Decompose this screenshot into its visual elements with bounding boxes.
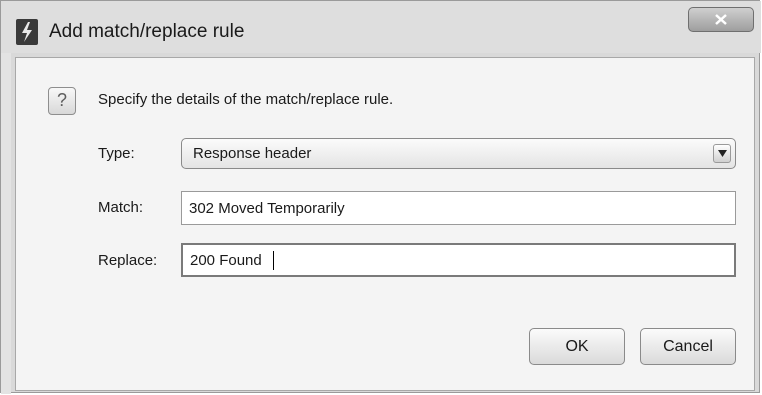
type-dropdown[interactable]: Response header — [181, 138, 736, 169]
title-bar[interactable]: Add match/replace rule — [1, 1, 761, 53]
window-title: Add match/replace rule — [49, 21, 245, 42]
dialog-window: Add match/replace rule ? Specify the det… — [0, 0, 761, 394]
ok-button[interactable]: OK — [529, 328, 625, 365]
close-button[interactable] — [688, 7, 754, 32]
type-selected-value: Response header — [193, 145, 312, 162]
lightning-bolt-icon — [16, 19, 38, 45]
window-edge — [1, 1, 11, 394]
question-mark-icon: ? — [48, 87, 76, 115]
match-input[interactable] — [181, 191, 736, 225]
dialog-content: ? Specify the details of the match/repla… — [15, 57, 755, 391]
instruction-text: Specify the details of the match/replace… — [98, 91, 394, 108]
chevron-down-icon — [718, 150, 727, 157]
text-caret — [273, 251, 274, 270]
match-label: Match: — [98, 199, 144, 216]
close-icon — [715, 14, 727, 25]
replace-input[interactable] — [181, 243, 736, 277]
replace-label: Replace: — [98, 252, 158, 269]
help-glyph: ? — [56, 90, 67, 110]
type-label: Type: — [98, 145, 135, 162]
dropdown-arrow-button[interactable] — [713, 144, 731, 163]
cancel-button[interactable]: Cancel — [640, 328, 736, 365]
